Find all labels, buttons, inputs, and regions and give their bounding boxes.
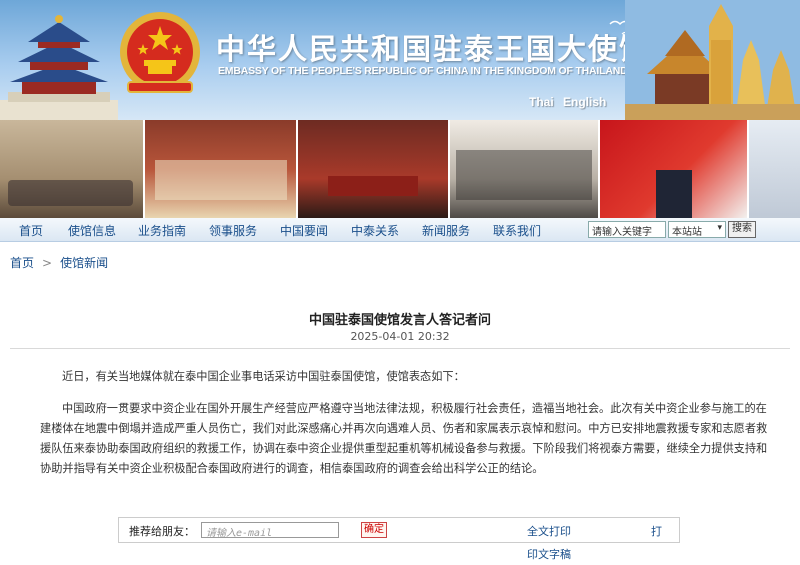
- share-box: 推荐给朋友： 请输入e-mail 确定 全文打印 打: [118, 517, 680, 543]
- photo-visitors: [749, 120, 800, 218]
- embassy-title-cn: 中华人民共和国驻泰王国大使馆: [216, 32, 651, 66]
- search-scope-value: 本站站: [672, 227, 702, 238]
- breadcrumb: 首页 > 使馆新闻: [10, 254, 108, 271]
- main-nav: 首页 使馆信息 业务指南 领事服务 中国要闻 中泰关系 新闻服务 联系我们 请输…: [0, 218, 800, 242]
- nav-item-business-guide[interactable]: 业务指南: [138, 222, 186, 239]
- nav-item-home[interactable]: 首页: [19, 222, 43, 239]
- nav-item-china-news[interactable]: 中国要闻: [280, 222, 328, 239]
- search-scope-select[interactable]: 本站站 ▾: [668, 221, 726, 238]
- print-full-link[interactable]: 全文打印: [527, 523, 571, 539]
- search-input[interactable]: 请输入关键字: [588, 221, 666, 238]
- print-text-link-continued[interactable]: 印文字稿: [527, 546, 571, 562]
- photo-signing: [298, 120, 448, 218]
- article-divider: [10, 348, 790, 349]
- article-paragraph: 中国政府一贯要求中资企业在国外开展生产经营应严格遵守当地法律法规，积极履行社会责…: [40, 402, 768, 475]
- photo-event-hall: [449, 120, 598, 218]
- email-input[interactable]: 请输入e-mail: [201, 522, 339, 539]
- lang-english-link[interactable]: English: [563, 95, 606, 109]
- article-paragraph: 近日，有关当地媒体就在泰中国企业事电话采访中国驻泰国使馆，使馆表态如下：: [62, 370, 465, 383]
- national-emblem-icon: [120, 12, 200, 93]
- print-text-link[interactable]: 打: [651, 523, 662, 539]
- temple-of-heaven-icon: [0, 15, 118, 120]
- header-banner: 中华人民共和国驻泰王国大使馆 EMBASSY OF THE PEOPLE'S R…: [0, 0, 800, 120]
- thai-temple-icon: [625, 0, 800, 120]
- article-title: 中国驻泰国使馆发言人答记者问: [308, 313, 491, 328]
- nav-item-news-service[interactable]: 新闻服务: [422, 222, 470, 239]
- photo-anniversary-speech: [599, 120, 748, 218]
- nav-item-consular[interactable]: 领事服务: [209, 222, 257, 239]
- chevron-down-icon: ▾: [717, 223, 722, 233]
- confirm-button[interactable]: 确定: [361, 522, 387, 538]
- search-button[interactable]: 搜索: [728, 221, 756, 238]
- nav-item-embassy-info[interactable]: 使馆信息: [68, 222, 116, 239]
- share-label: 推荐给朋友：: [129, 525, 195, 538]
- photo-meeting-room: [0, 120, 143, 218]
- photo-strip: [0, 120, 800, 218]
- nav-item-contact[interactable]: 联系我们: [493, 222, 541, 239]
- breadcrumb-separator: >: [42, 256, 53, 270]
- embassy-title-en: EMBASSY OF THE PEOPLE'S REPUBLIC OF CHIN…: [218, 65, 628, 77]
- lang-thai-link[interactable]: Thai: [529, 95, 554, 109]
- article-date: 2025-04-01 20:32: [350, 330, 450, 343]
- nav-item-china-thai[interactable]: 中泰关系: [351, 222, 399, 239]
- breadcrumb-home[interactable]: 首页: [10, 256, 34, 270]
- photo-group-ceremony: [144, 120, 297, 218]
- breadcrumb-current[interactable]: 使馆新闻: [60, 256, 108, 270]
